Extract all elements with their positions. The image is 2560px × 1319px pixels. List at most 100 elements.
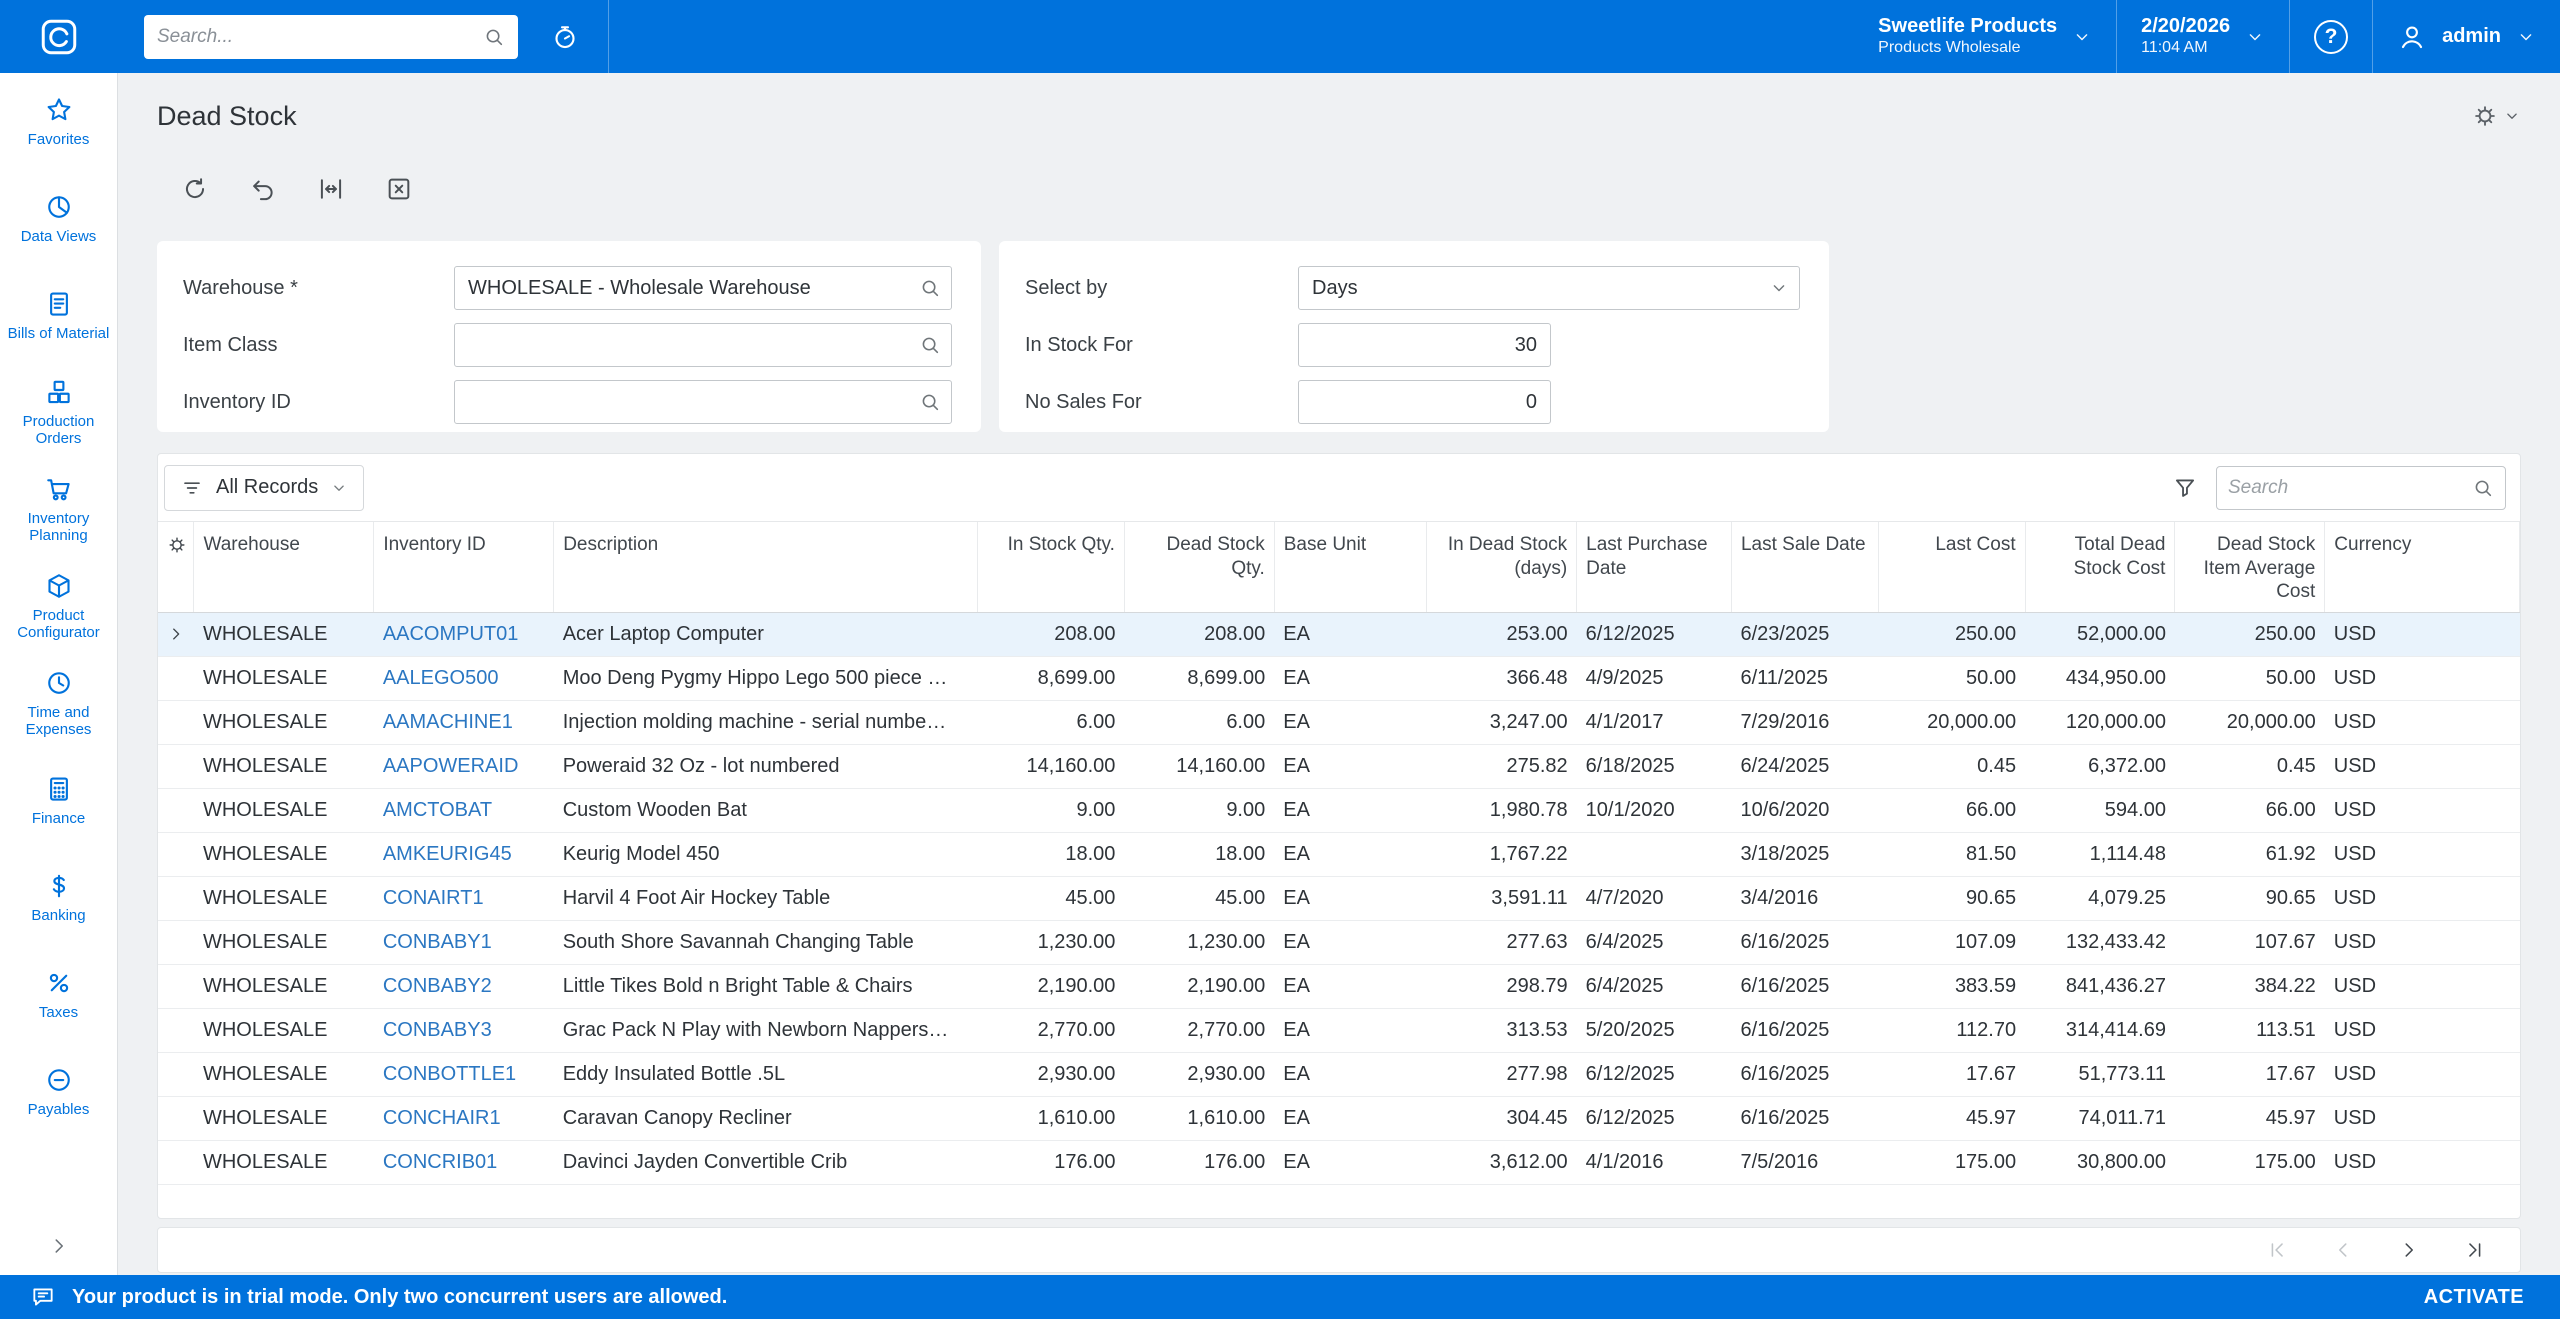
cell-avg-cost[interactable]: 17.67 (2174, 1052, 2325, 1097)
cell-last-purchase-date[interactable]: 6/18/2025 (1576, 744, 1732, 789)
cell-total-dead-stock-cost[interactable]: 314,414.69 (2025, 1008, 2175, 1053)
cell-base-unit[interactable]: EA (1274, 832, 1427, 877)
cell-base-unit[interactable]: EA (1274, 788, 1427, 833)
user-menu[interactable]: admin (2373, 0, 2560, 73)
cell-avg-cost[interactable]: 45.97 (2174, 1096, 2325, 1141)
cell-inventory-id[interactable]: CONBABY2 (373, 964, 554, 1009)
inventory-id-link[interactable]: AAPOWERAID (383, 755, 519, 777)
inventory-id-link[interactable]: AMKEURIG45 (383, 843, 512, 865)
cell-inventory-id[interactable]: CONBABY3 (373, 1008, 554, 1053)
cell-total-dead-stock-cost[interactable]: 594.00 (2025, 788, 2175, 833)
cell-in-stock-qty[interactable]: 1,610.00 (977, 1096, 1125, 1141)
cell-dead-stock-qty[interactable]: 2,930.00 (1124, 1052, 1275, 1097)
cell-last-purchase-date[interactable]: 6/12/2025 (1576, 1096, 1732, 1141)
cell-in-dead-stock-days[interactable]: 304.45 (1426, 1096, 1577, 1141)
cell-dead-stock-qty[interactable]: 2,770.00 (1124, 1008, 1275, 1053)
inventory-id-link[interactable]: AAMACHINE1 (383, 711, 513, 733)
sidebar-item-production-orders[interactable]: Production Orders (0, 364, 117, 461)
table-row[interactable]: WHOLESALE CONCRIB01 Davinci Jayden Convert… (158, 1140, 2520, 1185)
cell-inventory-id[interactable]: AALEGO500 (373, 656, 554, 701)
cell-base-unit[interactable]: EA (1274, 876, 1427, 921)
cell-warehouse[interactable]: WHOLESALE (193, 788, 374, 833)
in-stock-for-input[interactable] (1299, 324, 1550, 366)
table-row[interactable]: WHOLESALE CONBOTTLE1 Eddy Insulated Bottle… (158, 1052, 2520, 1097)
cell-dead-stock-qty[interactable]: 8,699.00 (1124, 656, 1275, 701)
cell-base-unit[interactable]: EA (1274, 612, 1427, 657)
row-expand-cell[interactable] (158, 964, 194, 1009)
cell-inventory-id[interactable]: CONBABY1 (373, 920, 554, 965)
cell-warehouse[interactable]: WHOLESALE (193, 1008, 374, 1053)
cell-in-stock-qty[interactable]: 8,699.00 (977, 656, 1125, 701)
cell-in-stock-qty[interactable]: 6.00 (977, 700, 1125, 745)
row-expand-cell[interactable] (158, 1096, 194, 1141)
cell-dead-stock-qty[interactable]: 2,190.00 (1124, 964, 1275, 1009)
cell-warehouse[interactable]: WHOLESALE (193, 964, 374, 1009)
column-header-last-purchase-date[interactable]: Last Purchase Date (1576, 522, 1732, 613)
cell-in-dead-stock-days[interactable]: 298.79 (1426, 964, 1577, 1009)
inventory-id-link[interactable]: AALEGO500 (383, 667, 499, 689)
cell-avg-cost[interactable]: 0.45 (2174, 744, 2325, 789)
cell-dead-stock-qty[interactable]: 176.00 (1124, 1140, 1275, 1185)
table-row[interactable]: WHOLESALE AALEGO500 Moo Deng Pygmy Hippo L… (158, 656, 2520, 701)
inventory-id-link[interactable]: AACOMPUT01 (383, 623, 519, 645)
column-header-in-stock-qty[interactable]: In Stock Qty. (977, 522, 1125, 613)
cell-total-dead-stock-cost[interactable]: 132,433.42 (2025, 920, 2175, 965)
cell-last-sale-date[interactable]: 6/11/2025 (1731, 656, 1879, 701)
column-header-inventory-id[interactable]: Inventory ID (373, 522, 555, 613)
table-row[interactable]: WHOLESALE AMKEURIG45 Keurig Model 450 18.00… (158, 832, 2520, 877)
cell-in-dead-stock-days[interactable]: 3,612.00 (1426, 1140, 1577, 1185)
warehouse-lookup-icon[interactable] (919, 277, 941, 299)
cell-last-sale-date[interactable]: 6/16/2025 (1731, 964, 1879, 1009)
cell-last-sale-date[interactable]: 6/16/2025 (1731, 920, 1879, 965)
cell-warehouse[interactable]: WHOLESALE (193, 1140, 374, 1185)
cell-last-cost[interactable]: 112.70 (1878, 1008, 2026, 1053)
cell-avg-cost[interactable]: 50.00 (2174, 656, 2325, 701)
refresh-button[interactable] (181, 175, 209, 203)
cell-description[interactable]: Harvil 4 Foot Air Hockey Table (553, 876, 978, 921)
cell-warehouse[interactable]: WHOLESALE (193, 612, 374, 657)
cell-in-dead-stock-days[interactable]: 1,767.22 (1426, 832, 1577, 877)
cell-avg-cost[interactable]: 175.00 (2174, 1140, 2325, 1185)
cell-description[interactable]: Moo Deng Pygmy Hippo Lego 500 piece … (553, 656, 978, 701)
table-row[interactable]: WHOLESALE CONCHAIR1 Caravan Canopy Recline… (158, 1096, 2520, 1141)
cell-last-sale-date[interactable]: 6/16/2025 (1731, 1008, 1879, 1053)
cell-dead-stock-qty[interactable]: 6.00 (1124, 700, 1275, 745)
undo-button[interactable] (249, 175, 277, 203)
inventory-id-link[interactable]: CONCRIB01 (383, 1151, 497, 1173)
business-date-menu[interactable]: 2/20/2026 11:04 AM (2117, 0, 2289, 73)
cell-in-stock-qty[interactable]: 14,160.00 (977, 744, 1125, 789)
cell-last-cost[interactable]: 81.50 (1878, 832, 2026, 877)
cell-last-cost[interactable]: 20,000.00 (1878, 700, 2026, 745)
row-expand-cell[interactable] (158, 876, 194, 921)
cell-last-sale-date[interactable]: 7/29/2016 (1731, 700, 1879, 745)
cell-warehouse[interactable]: WHOLESALE (193, 832, 374, 877)
cell-total-dead-stock-cost[interactable]: 6,372.00 (2025, 744, 2175, 789)
cell-currency[interactable]: USD (2324, 876, 2520, 921)
inventory-id-link[interactable]: CONBABY3 (383, 1019, 492, 1041)
cell-description[interactable]: Acer Laptop Computer (553, 612, 978, 657)
cell-last-cost[interactable]: 383.59 (1878, 964, 2026, 1009)
cell-last-sale-date[interactable]: 3/18/2025 (1731, 832, 1879, 877)
cell-last-cost[interactable]: 250.00 (1878, 612, 2026, 657)
cell-inventory-id[interactable]: AAPOWERAID (373, 744, 554, 789)
no-sales-for-input[interactable] (1299, 381, 1550, 423)
cell-avg-cost[interactable]: 107.67 (2174, 920, 2325, 965)
cell-total-dead-stock-cost[interactable]: 1,114.48 (2025, 832, 2175, 877)
cell-last-sale-date[interactable]: 6/16/2025 (1731, 1096, 1879, 1141)
cell-avg-cost[interactable]: 250.00 (2174, 612, 2325, 657)
cell-total-dead-stock-cost[interactable]: 120,000.00 (2025, 700, 2175, 745)
row-expand-cell[interactable] (158, 1140, 194, 1185)
cell-in-dead-stock-days[interactable]: 277.98 (1426, 1052, 1577, 1097)
cell-base-unit[interactable]: EA (1274, 1052, 1427, 1097)
cell-last-cost[interactable]: 50.00 (1878, 656, 2026, 701)
cell-total-dead-stock-cost[interactable]: 51,773.11 (2025, 1052, 2175, 1097)
column-header-in-dead-stock-days[interactable]: In Dead Stock (days) (1426, 522, 1578, 613)
cell-last-purchase-date[interactable] (1576, 832, 1732, 877)
cell-last-purchase-date[interactable]: 6/12/2025 (1576, 612, 1732, 657)
cell-dead-stock-qty[interactable]: 1,230.00 (1124, 920, 1275, 965)
sidebar-item-banking[interactable]: Banking (0, 849, 117, 946)
app-logo[interactable] (0, 0, 118, 73)
table-row[interactable]: WHOLESALE AAPOWERAID Poweraid 32 Oz - lot … (158, 744, 2520, 789)
cell-in-stock-qty[interactable]: 208.00 (977, 612, 1125, 657)
cell-in-dead-stock-days[interactable]: 1,980.78 (1426, 788, 1577, 833)
